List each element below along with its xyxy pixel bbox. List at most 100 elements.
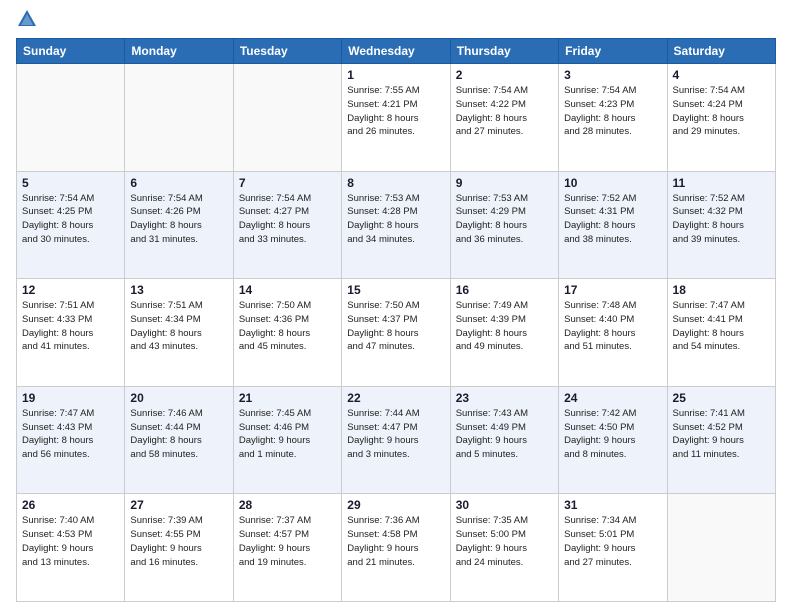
day-number: 15 bbox=[347, 283, 444, 297]
day-info: Sunrise: 7:54 AM Sunset: 4:22 PM Dayligh… bbox=[456, 84, 553, 139]
day-info: Sunrise: 7:53 AM Sunset: 4:29 PM Dayligh… bbox=[456, 192, 553, 247]
day-info: Sunrise: 7:39 AM Sunset: 4:55 PM Dayligh… bbox=[130, 514, 227, 569]
day-info: Sunrise: 7:54 AM Sunset: 4:23 PM Dayligh… bbox=[564, 84, 661, 139]
calendar-cell: 6Sunrise: 7:54 AM Sunset: 4:26 PM Daylig… bbox=[125, 171, 233, 279]
calendar-cell: 14Sunrise: 7:50 AM Sunset: 4:36 PM Dayli… bbox=[233, 279, 341, 387]
day-number: 27 bbox=[130, 498, 227, 512]
day-number: 11 bbox=[673, 176, 770, 190]
day-info: Sunrise: 7:44 AM Sunset: 4:47 PM Dayligh… bbox=[347, 407, 444, 462]
calendar-cell: 24 Sunrise: 7:42 AM Sunset: 4:50 PM Dayli… bbox=[559, 386, 667, 494]
calendar-cell: 18 Sunrise: 7:47 AM Sunset: 4:41 PM Dayli… bbox=[667, 279, 775, 387]
calendar-cell: 5 Sunrise: 7:54 AM Sunset: 4:25 PM Daylig… bbox=[17, 171, 125, 279]
day-number: 26 bbox=[22, 498, 119, 512]
day-info: Sunrise: 7:45 AM Sunset: 4:46 PM Dayligh… bbox=[239, 407, 336, 462]
calendar-cell: 22 Sunrise: 7:44 AM Sunset: 4:47 PM Dayli… bbox=[342, 386, 450, 494]
day-info: Sunrise: 7:47 AM Sunset: 4:43 PM Dayligh… bbox=[22, 407, 119, 462]
calendar-header-sunday: Sunday bbox=[17, 39, 125, 64]
calendar-cell: 7Sunrise: 7:54 AM Sunset: 4:27 PM Daylig… bbox=[233, 171, 341, 279]
day-number: 16 bbox=[456, 283, 553, 297]
day-number: 21 bbox=[239, 391, 336, 405]
calendar-cell: 1 Sunrise: 7:55 AM Sunset: 4:21 PM Daylig… bbox=[342, 64, 450, 172]
calendar-cell: 13 Sunrise: 7:51 AM Sunset: 4:34 PM Dayli… bbox=[125, 279, 233, 387]
calendar-header-thursday: Thursday bbox=[450, 39, 558, 64]
day-info: Sunrise: 7:35 AM Sunset: 5:00 PM Dayligh… bbox=[456, 514, 553, 569]
day-info: Sunrise: 7:40 AM Sunset: 4:53 PM Dayligh… bbox=[22, 514, 119, 569]
calendar-cell: 26 Sunrise: 7:40 AM Sunset: 4:53 PM Dayli… bbox=[17, 494, 125, 602]
day-number: 17 bbox=[564, 283, 661, 297]
day-info: Sunrise: 7:48 AM Sunset: 4:40 PM Dayligh… bbox=[564, 299, 661, 354]
day-info: Sunrise: 7:54 AM Sunset: 4:25 PM Dayligh… bbox=[22, 192, 119, 247]
day-number: 13 bbox=[130, 283, 227, 297]
day-number: 3 bbox=[564, 68, 661, 82]
calendar-cell: 9 Sunrise: 7:53 AM Sunset: 4:29 PM Daylig… bbox=[450, 171, 558, 279]
day-number: 20 bbox=[130, 391, 227, 405]
calendar-cell: 31 Sunrise: 7:34 AM Sunset: 5:01 PM Dayli… bbox=[559, 494, 667, 602]
day-number: 12 bbox=[22, 283, 119, 297]
day-info: Sunrise: 7:51 AM Sunset: 4:33 PM Dayligh… bbox=[22, 299, 119, 354]
calendar-cell: 20 Sunrise: 7:46 AM Sunset: 4:44 PM Dayli… bbox=[125, 386, 233, 494]
page: SundayMondayTuesdayWednesdayThursdayFrid… bbox=[0, 0, 792, 612]
day-info: Sunrise: 7:51 AM Sunset: 4:34 PM Dayligh… bbox=[130, 299, 227, 354]
calendar-week-4: 19 Sunrise: 7:47 AM Sunset: 4:43 PM Dayli… bbox=[17, 386, 776, 494]
day-number: 25 bbox=[673, 391, 770, 405]
calendar-cell: 4 Sunrise: 7:54 AM Sunset: 4:24 PM Daylig… bbox=[667, 64, 775, 172]
day-info: Sunrise: 7:54 AM Sunset: 4:26 PM Dayligh… bbox=[130, 192, 227, 247]
day-info: Sunrise: 7:50 AM Sunset: 4:37 PM Dayligh… bbox=[347, 299, 444, 354]
calendar-header-friday: Friday bbox=[559, 39, 667, 64]
header bbox=[16, 12, 776, 30]
day-info: Sunrise: 7:41 AM Sunset: 4:52 PM Dayligh… bbox=[673, 407, 770, 462]
calendar-cell: 16 Sunrise: 7:49 AM Sunset: 4:39 PM Dayli… bbox=[450, 279, 558, 387]
day-info: Sunrise: 7:52 AM Sunset: 4:31 PM Dayligh… bbox=[564, 192, 661, 247]
calendar-header-monday: Monday bbox=[125, 39, 233, 64]
day-info: Sunrise: 7:36 AM Sunset: 4:58 PM Dayligh… bbox=[347, 514, 444, 569]
day-number: 19 bbox=[22, 391, 119, 405]
day-info: Sunrise: 7:42 AM Sunset: 4:50 PM Dayligh… bbox=[564, 407, 661, 462]
day-number: 23 bbox=[456, 391, 553, 405]
calendar-week-2: 5 Sunrise: 7:54 AM Sunset: 4:25 PM Daylig… bbox=[17, 171, 776, 279]
day-info: Sunrise: 7:53 AM Sunset: 4:28 PM Dayligh… bbox=[347, 192, 444, 247]
calendar-cell: 12 Sunrise: 7:51 AM Sunset: 4:33 PM Dayli… bbox=[17, 279, 125, 387]
calendar-cell: 8 Sunrise: 7:53 AM Sunset: 4:28 PM Daylig… bbox=[342, 171, 450, 279]
calendar-header-saturday: Saturday bbox=[667, 39, 775, 64]
calendar-cell: 3 Sunrise: 7:54 AM Sunset: 4:23 PM Daylig… bbox=[559, 64, 667, 172]
day-info: Sunrise: 7:54 AM Sunset: 4:24 PM Dayligh… bbox=[673, 84, 770, 139]
day-number: 22 bbox=[347, 391, 444, 405]
day-info: Sunrise: 7:49 AM Sunset: 4:39 PM Dayligh… bbox=[456, 299, 553, 354]
calendar-table: SundayMondayTuesdayWednesdayThursdayFrid… bbox=[16, 38, 776, 602]
calendar-header-row: SundayMondayTuesdayWednesdayThursdayFrid… bbox=[17, 39, 776, 64]
day-info: Sunrise: 7:34 AM Sunset: 5:01 PM Dayligh… bbox=[564, 514, 661, 569]
day-number: 30 bbox=[456, 498, 553, 512]
calendar-cell: 11 Sunrise: 7:52 AM Sunset: 4:32 PM Dayli… bbox=[667, 171, 775, 279]
day-number: 18 bbox=[673, 283, 770, 297]
day-number: 4 bbox=[673, 68, 770, 82]
calendar-cell: 23 Sunrise: 7:43 AM Sunset: 4:49 PM Dayli… bbox=[450, 386, 558, 494]
day-number: 24 bbox=[564, 391, 661, 405]
day-info: Sunrise: 7:55 AM Sunset: 4:21 PM Dayligh… bbox=[347, 84, 444, 139]
day-number: 31 bbox=[564, 498, 661, 512]
day-info: Sunrise: 7:46 AM Sunset: 4:44 PM Dayligh… bbox=[130, 407, 227, 462]
calendar-cell bbox=[667, 494, 775, 602]
day-info: Sunrise: 7:52 AM Sunset: 4:32 PM Dayligh… bbox=[673, 192, 770, 247]
calendar-cell bbox=[17, 64, 125, 172]
calendar-cell: 17 Sunrise: 7:48 AM Sunset: 4:40 PM Dayli… bbox=[559, 279, 667, 387]
calendar-header-tuesday: Tuesday bbox=[233, 39, 341, 64]
day-info: Sunrise: 7:43 AM Sunset: 4:49 PM Dayligh… bbox=[456, 407, 553, 462]
day-number: 1 bbox=[347, 68, 444, 82]
calendar-cell: 25 Sunrise: 7:41 AM Sunset: 4:52 PM Dayli… bbox=[667, 386, 775, 494]
calendar-week-5: 26 Sunrise: 7:40 AM Sunset: 4:53 PM Dayli… bbox=[17, 494, 776, 602]
day-info: Sunrise: 7:47 AM Sunset: 4:41 PM Dayligh… bbox=[673, 299, 770, 354]
calendar-week-3: 12 Sunrise: 7:51 AM Sunset: 4:33 PM Dayli… bbox=[17, 279, 776, 387]
day-number: 10 bbox=[564, 176, 661, 190]
day-number: 9 bbox=[456, 176, 553, 190]
day-info: Sunrise: 7:37 AM Sunset: 4:57 PM Dayligh… bbox=[239, 514, 336, 569]
day-number: 29 bbox=[347, 498, 444, 512]
calendar-week-1: 1 Sunrise: 7:55 AM Sunset: 4:21 PM Daylig… bbox=[17, 64, 776, 172]
day-number: 5 bbox=[22, 176, 119, 190]
day-number: 14 bbox=[239, 283, 336, 297]
day-number: 8 bbox=[347, 176, 444, 190]
calendar-cell: 10 Sunrise: 7:52 AM Sunset: 4:31 PM Dayli… bbox=[559, 171, 667, 279]
day-number: 28 bbox=[239, 498, 336, 512]
calendar-cell: 19 Sunrise: 7:47 AM Sunset: 4:43 PM Dayli… bbox=[17, 386, 125, 494]
calendar-header-wednesday: Wednesday bbox=[342, 39, 450, 64]
logo-icon bbox=[16, 8, 38, 30]
